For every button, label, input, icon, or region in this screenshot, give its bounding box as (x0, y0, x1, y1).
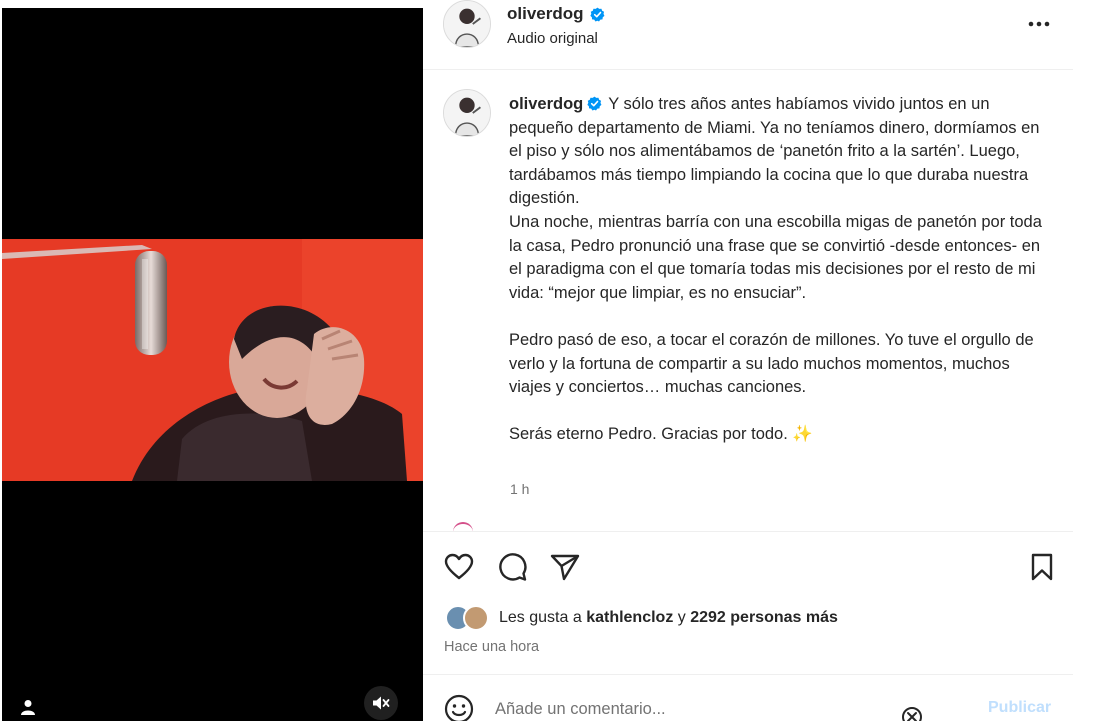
comment-input[interactable] (495, 695, 965, 721)
likes-prefix: Les gusta a (499, 609, 582, 626)
author-username[interactable]: oliverdog (507, 4, 584, 24)
close-icon[interactable] (901, 706, 923, 721)
likes-count[interactable]: 2292 personas más (690, 609, 838, 626)
caption-area: oliverdog Y sólo tres años antes habíamos… (423, 71, 1073, 531)
heart-icon (444, 553, 474, 580)
comment-section: Publicar (423, 674, 1073, 721)
liker-avatar (463, 605, 489, 631)
liker-username[interactable]: kathlencloz (586, 609, 673, 626)
video-still (2, 239, 423, 481)
audio-label[interactable]: Audio original (507, 30, 598, 47)
share-button[interactable] (548, 550, 582, 584)
post-detail-panel: oliverdog Audio original oliverdog Y sól… (423, 0, 1073, 721)
user-tag-icon[interactable] (16, 697, 40, 717)
comment-icon (499, 553, 527, 581)
video-frame[interactable] (2, 239, 423, 481)
caption-text-block: oliverdog Y sólo tres años antes habíamos… (509, 93, 1049, 447)
emoji-icon[interactable] (443, 693, 475, 721)
caption-timestamp[interactable]: 1 h (510, 481, 529, 497)
caption-username[interactable]: oliverdog (509, 95, 583, 113)
bookmark-icon (1031, 553, 1053, 581)
comment-button[interactable] (495, 550, 529, 584)
actions-section: Les gusta a kathlencloz y 2292 personas … (423, 531, 1073, 655)
mute-button[interactable] (364, 686, 398, 720)
video-player[interactable] (2, 8, 423, 721)
publish-button[interactable]: Publicar (988, 699, 1051, 717)
post-header: oliverdog Audio original (423, 0, 1073, 70)
mute-icon (373, 696, 390, 710)
header-username-row: oliverdog (507, 4, 605, 24)
likers-avatars[interactable] (445, 605, 491, 631)
verified-icon (587, 96, 602, 111)
likes-summary: Les gusta a kathlencloz y 2292 personas … (445, 605, 838, 631)
post-time: Hace una hora (444, 639, 540, 655)
likes-text: Les gusta a kathlencloz y 2292 personas … (499, 609, 838, 627)
more-options-button[interactable] (1026, 14, 1052, 34)
caption-avatar[interactable] (443, 89, 491, 137)
caption-body: Y sólo tres años antes habíamos vivido j… (509, 95, 1042, 444)
more-options-icon (1028, 21, 1050, 27)
next-comment-avatar (453, 522, 473, 531)
share-icon (550, 554, 580, 581)
verified-icon (589, 7, 604, 21)
like-button[interactable] (442, 550, 476, 584)
likes-connector: y (677, 609, 686, 626)
save-button[interactable] (1025, 550, 1059, 584)
author-avatar[interactable] (443, 0, 491, 48)
